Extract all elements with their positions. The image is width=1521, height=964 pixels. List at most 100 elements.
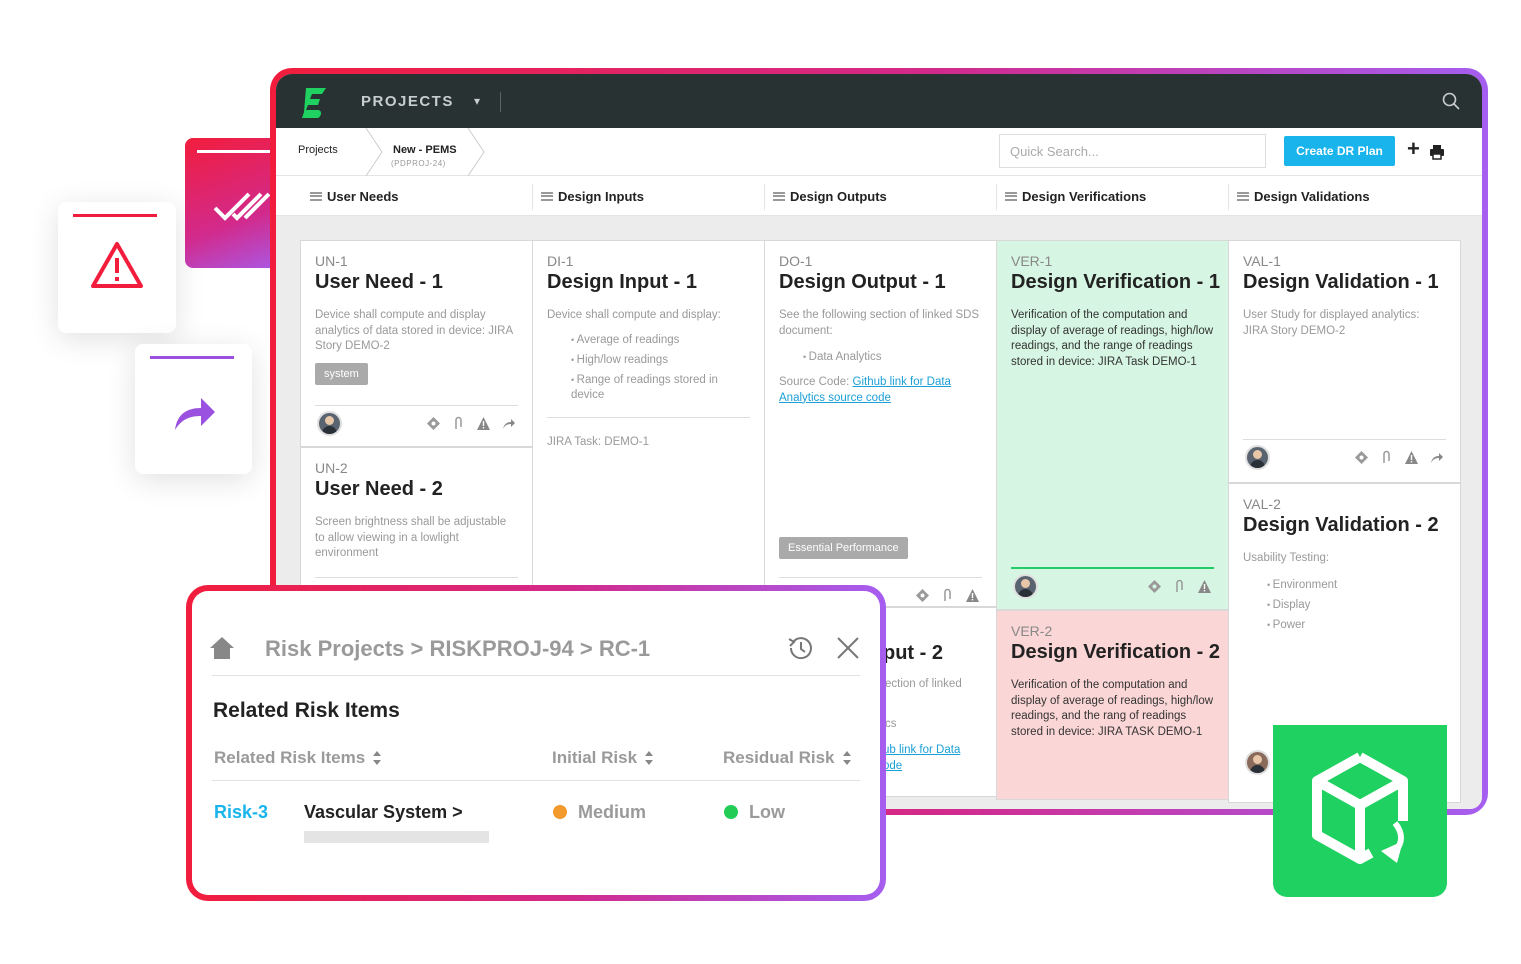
sort-icon[interactable] bbox=[842, 751, 851, 765]
card-title: Design Output - 1 bbox=[779, 271, 946, 293]
column-label: User Needs bbox=[327, 188, 399, 204]
divider bbox=[212, 675, 860, 676]
bullet-item: Range of readings stored in device bbox=[571, 373, 750, 403]
card-id: VAL-2 bbox=[1243, 496, 1281, 512]
app-logo[interactable] bbox=[300, 86, 330, 120]
diamond-icon[interactable] bbox=[1354, 450, 1369, 465]
header-initial-risk[interactable]: Initial Risk bbox=[552, 748, 654, 768]
header-related-risk-items[interactable]: Related Risk Items bbox=[214, 748, 382, 768]
card-title: Design Verification - 1 bbox=[1011, 271, 1220, 293]
sort-icon[interactable] bbox=[645, 751, 654, 765]
risk-name[interactable]: Vascular System > bbox=[304, 802, 463, 823]
card-id: VAL-1 bbox=[1243, 253, 1281, 269]
card-title: Design Input - 1 bbox=[547, 271, 697, 293]
card-id: UN-2 bbox=[315, 460, 348, 476]
card-user-need-1[interactable]: UN-1 User Need - 1 Device shall compute … bbox=[300, 240, 533, 447]
paperclip-icon[interactable] bbox=[1379, 450, 1394, 465]
projects-menu[interactable]: PROJECTS bbox=[361, 93, 454, 110]
sort-icon[interactable] bbox=[373, 751, 382, 765]
divider bbox=[1228, 184, 1229, 210]
card-design-input-1[interactable]: DI-1 Design Input - 1 Device shall compu… bbox=[532, 240, 765, 607]
card-id: VER-1 bbox=[1011, 253, 1053, 269]
add-button[interactable]: + bbox=[1407, 136, 1420, 162]
column-design-validations[interactable]: Design Validations bbox=[1237, 176, 1370, 216]
diamond-icon[interactable] bbox=[1147, 579, 1162, 594]
bullet-item: Average of readings bbox=[571, 330, 750, 350]
risk-id-link[interactable]: Risk-3 bbox=[214, 802, 268, 823]
card-tag[interactable]: Essential Performance bbox=[779, 537, 908, 559]
warning-icon[interactable] bbox=[965, 588, 980, 603]
card-description: Verification of the computation and disp… bbox=[1011, 309, 1214, 368]
column-user-needs[interactable]: User Needs bbox=[310, 176, 399, 216]
quick-search-input[interactable]: Quick Search... bbox=[999, 134, 1266, 168]
column-label: Design Validations bbox=[1254, 188, 1370, 204]
bullet-item: High/low readings bbox=[571, 350, 750, 370]
search-icon[interactable] bbox=[1442, 92, 1460, 110]
double-check-icon bbox=[213, 192, 271, 221]
chevron-down-icon[interactable]: ▾ bbox=[474, 94, 480, 108]
warning-icon[interactable] bbox=[1197, 579, 1212, 594]
integration-tile bbox=[1273, 725, 1447, 897]
tile-accent-bar bbox=[150, 356, 234, 359]
menu-icon bbox=[773, 191, 785, 201]
card-description: Usability Testing: bbox=[1243, 552, 1330, 564]
history-icon[interactable] bbox=[785, 634, 815, 662]
avatar[interactable] bbox=[1013, 574, 1038, 599]
initial-risk-value: Medium bbox=[553, 802, 646, 823]
status-dot bbox=[553, 805, 567, 819]
column-label: Design Outputs bbox=[790, 188, 887, 204]
breadcrumb-projects[interactable]: Projects bbox=[298, 144, 338, 156]
diamond-icon[interactable] bbox=[915, 588, 930, 603]
home-icon[interactable] bbox=[209, 636, 235, 660]
avatar[interactable] bbox=[1245, 445, 1270, 470]
risk-level: Low bbox=[749, 802, 785, 822]
card-footer bbox=[1011, 567, 1214, 601]
menu-icon bbox=[310, 191, 322, 201]
bullet-item: Data Analytics bbox=[803, 347, 982, 367]
arrow-icon[interactable] bbox=[501, 416, 516, 431]
project-code: (PDPROJ-24) bbox=[391, 159, 446, 168]
divider bbox=[500, 92, 501, 112]
avatar[interactable] bbox=[317, 411, 342, 436]
card-id: UN-1 bbox=[315, 253, 348, 269]
warning-icon[interactable] bbox=[1404, 450, 1419, 465]
header-label: Related Risk Items bbox=[214, 748, 366, 767]
tile-accent-bar bbox=[73, 214, 157, 217]
card-tag[interactable]: system bbox=[315, 363, 368, 385]
card-task: JIRA Task: DEMO-1 bbox=[547, 435, 650, 448]
header-residual-risk[interactable]: Residual Risk bbox=[723, 748, 851, 768]
paperclip-icon[interactable] bbox=[1172, 579, 1187, 594]
bullet-item: Environment bbox=[1267, 575, 1446, 595]
warning-icon[interactable] bbox=[476, 416, 491, 431]
card-design-validation-1[interactable]: VAL-1 Design Validation - 1 User Study f… bbox=[1228, 240, 1461, 483]
card-footer bbox=[315, 405, 518, 439]
column-design-outputs[interactable]: Design Outputs bbox=[773, 176, 887, 216]
paperclip-icon[interactable] bbox=[451, 416, 466, 431]
column-design-verifications[interactable]: Design Verifications bbox=[1005, 176, 1146, 216]
menu-icon bbox=[1005, 191, 1017, 201]
source-link[interactable]: ub link for Data bbox=[883, 744, 960, 756]
card-user-need-2[interactable]: UN-2 User Need - 2 Screen brightness sha… bbox=[300, 447, 533, 607]
paperclip-icon[interactable] bbox=[940, 588, 955, 603]
divider bbox=[996, 184, 997, 210]
breadcrumb-project[interactable]: New - PEMS bbox=[393, 144, 457, 156]
card-design-output-1[interactable]: DO-1 Design Output - 1 See the following… bbox=[764, 240, 997, 607]
avatar[interactable] bbox=[1245, 750, 1270, 775]
close-icon[interactable] bbox=[836, 636, 860, 660]
card-id: DI-1 bbox=[547, 253, 574, 269]
card-design-verification-1[interactable]: VER-1 Design Verification - 1 Verificati… bbox=[996, 240, 1229, 610]
card-id: VER-2 bbox=[1011, 623, 1053, 639]
create-dr-plan-button[interactable]: Create DR Plan bbox=[1284, 136, 1395, 166]
diamond-icon[interactable] bbox=[426, 416, 441, 431]
risk-breadcrumb[interactable]: Risk Projects > RISKPROJ-94 > RC-1 bbox=[265, 636, 650, 662]
card-design-verification-2[interactable]: VER-2 Design Verification - 2 Verificati… bbox=[996, 610, 1229, 800]
card-id: DO-1 bbox=[779, 253, 813, 269]
card-description: Device shall compute and display analyti… bbox=[315, 309, 513, 352]
column-design-inputs[interactable]: Design Inputs bbox=[541, 176, 644, 216]
top-navbar: PROJECTS ▾ bbox=[276, 74, 1482, 128]
share-arrow-icon bbox=[175, 398, 215, 430]
card-footer bbox=[1243, 439, 1446, 473]
print-icon[interactable] bbox=[1429, 144, 1445, 160]
source-label: Source Code: bbox=[779, 376, 853, 388]
arrow-icon[interactable] bbox=[1429, 450, 1444, 465]
